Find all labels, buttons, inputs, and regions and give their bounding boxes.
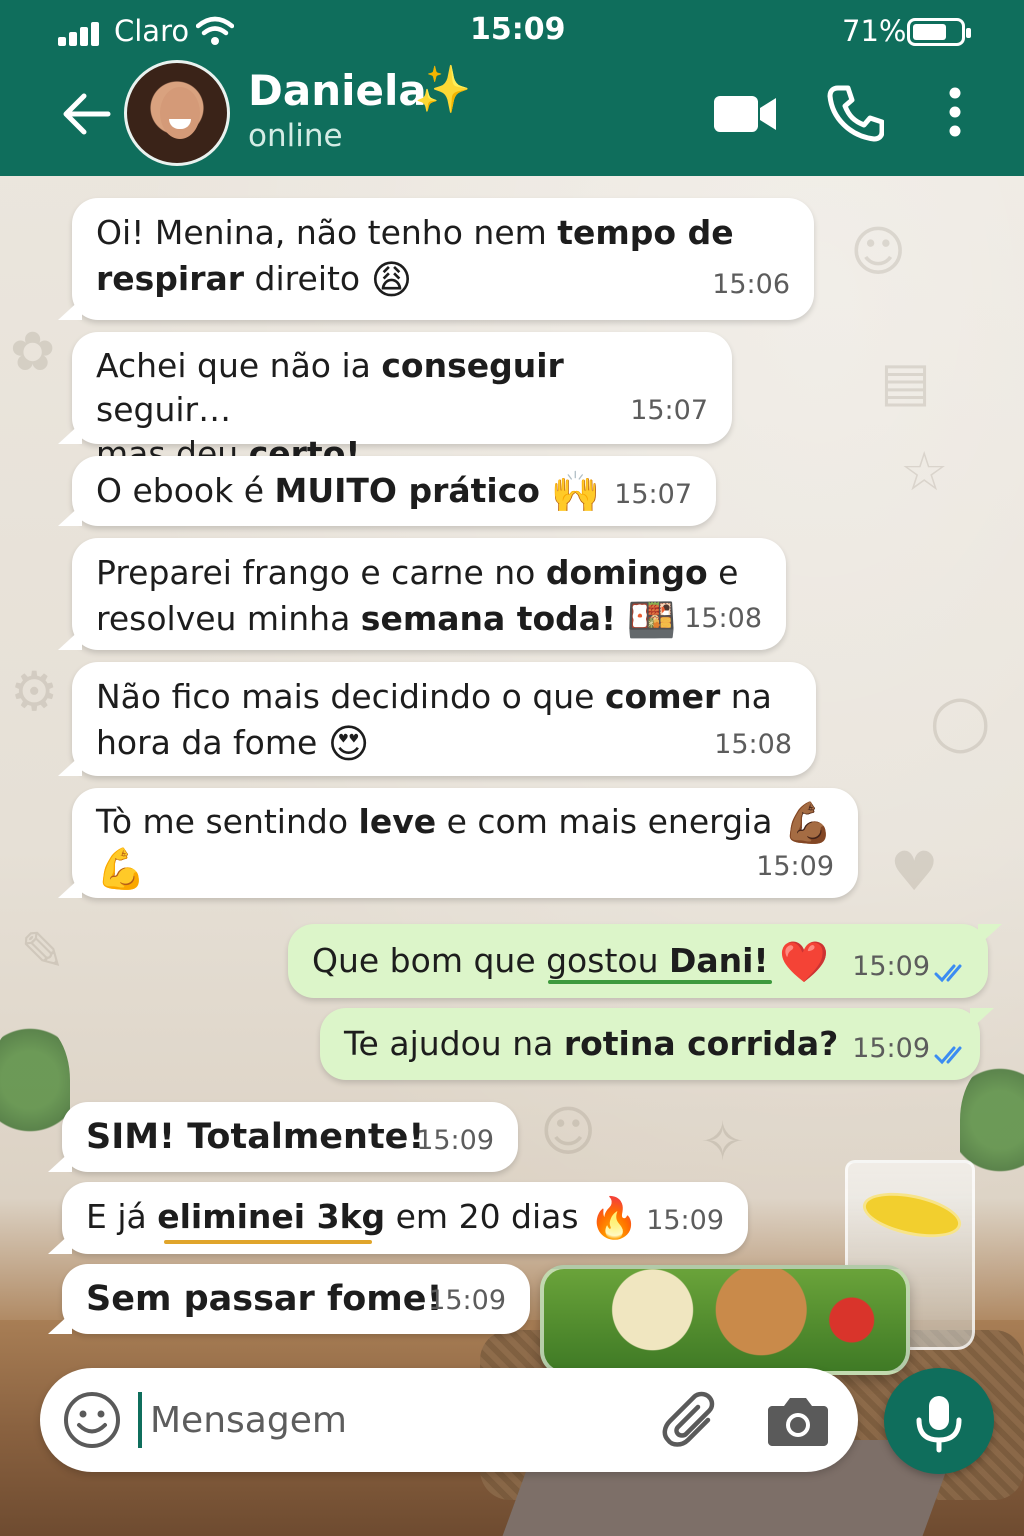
message-bubble-incoming[interactable]: Tò me sentindo leve e com mais energia 💪… [58, 788, 858, 898]
flexed-biceps-emoji: 💪 [96, 846, 146, 892]
raising-hands-emoji: 🙌 [550, 469, 601, 516]
message-time: 15:09 [428, 1285, 506, 1316]
contact-name[interactable]: Daniela [248, 66, 427, 115]
message-text: O ebook é MUITO prático 🙌 [96, 469, 601, 516]
wallpaper-doodle: ⚙ [10, 660, 59, 723]
message-time: 15:07 [630, 395, 708, 426]
microphone-button[interactable] [884, 1368, 994, 1474]
battery-icon [907, 18, 971, 46]
contact-status: online [248, 118, 343, 154]
message-bubble-incoming[interactable]: Achei que não ia conseguir seguir… mas d… [58, 332, 732, 473]
fire-emoji: 🔥 [589, 1195, 639, 1242]
cellular-signal-icon [58, 22, 104, 46]
message-bubble-incoming[interactable]: Sem passar fome! 15:09 [48, 1264, 530, 1334]
more-vertical-icon[interactable] [940, 86, 970, 138]
red-heart-emoji: ❤️ [779, 939, 829, 986]
wallpaper-doodle: ♥ [890, 840, 939, 903]
message-time: 15:08 [714, 729, 792, 760]
message-time: 15:09 [852, 951, 930, 982]
chat-header: Claro 15:09 71% Daniela ✨ online [0, 0, 1024, 176]
message-bubble-incoming[interactable]: Preparei frango e carne no domingo e res… [58, 538, 786, 650]
message-bubble-incoming[interactable]: Não fico mais decidindo o que comer na h… [58, 662, 816, 776]
meal-prep-container [540, 1265, 910, 1375]
wallpaper-doodle: ☺ [540, 1100, 597, 1163]
message-text: Tò me sentindo leve e com mais energia 💪… [96, 800, 833, 892]
message-text: Não fico mais decidindo o que comer na h… [96, 677, 772, 768]
microphone-icon [916, 1396, 962, 1453]
carrier-name: Claro [114, 14, 190, 48]
back-arrow-icon[interactable] [58, 86, 114, 142]
highlight-underline [164, 1240, 372, 1244]
message-time: 15:09 [756, 851, 834, 882]
message-bubble-outgoing[interactable]: Te ajudou na rotina corrida? 15:09 [320, 1008, 994, 1080]
message-bubble-incoming[interactable]: SIM! Totalmente! 15:09 [48, 1102, 518, 1172]
message-bubble-outgoing[interactable]: Que bom que gostou Dani! ❤️ 15:09 [288, 924, 1002, 998]
message-time: 15:07 [614, 479, 692, 510]
status-time: 15:09 [470, 12, 566, 47]
contact-avatar[interactable] [124, 60, 230, 166]
flexed-biceps-emoji: 💪🏾 [782, 800, 833, 847]
emoji-smiley-icon[interactable] [62, 1390, 122, 1450]
wallpaper-doodle: ▤ [880, 350, 932, 413]
wallpaper-doodle: ☺ [850, 220, 907, 283]
video-camera-icon[interactable] [712, 92, 778, 136]
text-cursor [138, 1392, 142, 1448]
read-receipt-icon [934, 964, 962, 983]
wallpaper-doodle: ☆ [900, 440, 949, 503]
weary-face-emoji: 😩 [370, 257, 413, 304]
sparkle-icon: ✨ [414, 62, 472, 116]
bento-box-emoji: 🍱 [626, 597, 677, 644]
message-time: 15:06 [712, 269, 790, 300]
battery-percent: 71% [842, 14, 907, 48]
wallpaper-doodle: ◯ [930, 690, 991, 753]
wallpaper-doodle: ✿ [10, 320, 56, 383]
message-time: 15:09 [646, 1205, 724, 1236]
highlight-underline [548, 980, 772, 984]
heart-eyes-emoji: 😍 [327, 721, 370, 768]
message-composer [40, 1368, 858, 1472]
phone-icon[interactable] [826, 84, 884, 142]
message-text: Oi! Menina, não tenho nem tempo de respi… [96, 213, 734, 304]
message-time: 15:08 [684, 603, 762, 634]
message-bubble-incoming[interactable]: E já eliminei 3kg em 20 dias 🔥 15:09 [48, 1182, 748, 1254]
message-bubble-incoming[interactable]: Oi! Menina, não tenho nem tempo de respi… [58, 198, 814, 320]
wallpaper-doodle: ✧ [700, 1110, 746, 1173]
camera-icon[interactable] [766, 1392, 830, 1448]
status-bar: Claro 15:09 71% [0, 0, 1024, 60]
paperclip-icon[interactable] [662, 1390, 724, 1450]
wallpaper-doodle: ✎ [20, 920, 66, 983]
message-bubble-incoming[interactable]: O ebook é MUITO prático 🙌 15:07 [58, 456, 716, 526]
message-time: 15:09 [852, 1033, 930, 1064]
read-receipt-icon [934, 1046, 962, 1065]
message-text: Preparei frango e carne no domingo e res… [96, 553, 739, 644]
message-text: E já eliminei 3kg em 20 dias 🔥 [86, 1195, 639, 1242]
message-input[interactable] [150, 1390, 630, 1450]
wifi-icon [196, 16, 234, 45]
message-time: 15:09 [416, 1125, 494, 1156]
